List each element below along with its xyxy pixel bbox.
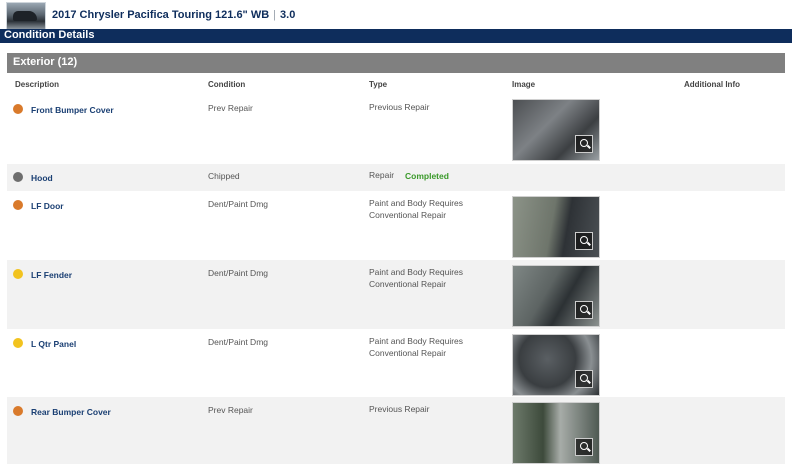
severity-dot-icon [13,406,23,416]
damage-type-line: Conventional Repair [369,279,447,289]
damage-condition: Chipped [208,171,240,181]
table-row: Hood Chipped Repair Completed [7,164,785,191]
zoom-magnifier-icon[interactable] [575,438,593,456]
title-separator: | [273,9,277,21]
column-header-image: Image [512,80,536,89]
severity-dot-icon [13,104,23,114]
damage-type: Paint and Body Requires Conventional Repa… [369,197,479,221]
severity-dot-icon [13,200,23,210]
zoom-magnifier-icon[interactable] [575,301,593,319]
damage-photo[interactable] [512,402,600,464]
damage-description-link[interactable]: LF Fender [31,270,72,280]
damage-description-link[interactable]: LF Door [31,201,64,211]
damage-condition: Dent/Paint Dmg [208,337,268,347]
vehicle-thumbnail[interactable] [6,2,46,30]
condition-details-title: Condition Details [4,29,95,41]
damage-description-link[interactable]: Rear Bumper Cover [31,407,111,417]
severity-dot-icon [13,269,23,279]
damage-description-link[interactable]: Front Bumper Cover [31,105,114,115]
damage-type: Paint and Body Requires Conventional Repa… [369,335,479,359]
zoom-magnifier-icon[interactable] [575,232,593,250]
damage-type-line: Conventional Repair [369,210,447,220]
zoom-magnifier-icon[interactable] [575,135,593,153]
exterior-section-title: Exterior (12) [13,56,78,68]
damage-type-line: Paint and Body Requires [369,336,464,346]
vehicle-grade: 3.0 [280,9,296,21]
table-row: LF Fender Dent/Paint Dmg Paint and Body Re… [7,260,785,329]
damage-condition: Dent/Paint Dmg [208,268,268,278]
damage-type: Previous Repair [369,403,479,415]
column-header-condition: Condition [208,80,246,89]
table-row: L Qtr Panel Dent/Paint Dmg Paint and Body … [7,329,785,397]
repair-status-label: Completed [405,171,449,181]
severity-dot-icon [13,338,23,348]
vehicle-title: 2017 Chrysler Pacifica Touring 121.6" WB… [52,9,295,21]
damage-type: Paint and Body Requires Conventional Repa… [369,266,479,290]
column-header-additional-info: Additional Info [684,80,740,89]
exterior-section-header[interactable]: Exterior (12) [7,53,785,73]
condition-details-bar: Condition Details [0,29,792,43]
damage-type-line: Conventional Repair [369,348,447,358]
damage-photo[interactable] [512,196,600,258]
column-header-type: Type [369,80,388,89]
damage-type-line: Previous Repair [369,102,430,112]
damage-photo[interactable] [512,99,600,161]
vehicle-header: 2017 Chrysler Pacifica Touring 121.6" WB… [0,0,800,30]
damage-photo[interactable] [512,265,600,327]
damage-condition: Prev Repair [208,405,253,415]
table-row: LF Door Dent/Paint Dmg Paint and Body Requ… [7,191,785,260]
vehicle-title-text: 2017 Chrysler Pacifica Touring 121.6" WB [52,9,270,21]
damage-type-line: Paint and Body Requires [369,198,464,208]
damage-type-line: Paint and Body Requires [369,267,464,277]
damage-description-link[interactable]: Hood [31,173,53,183]
damage-description-link[interactable]: L Qtr Panel [31,339,76,349]
severity-dot-icon [13,172,23,182]
damage-type: Previous Repair [369,101,479,113]
table-row: Front Bumper Cover Prev Repair Previous Re… [7,94,785,164]
table-row: Rear Bumper Cover Prev Repair Previous Rep… [7,397,785,464]
damage-condition: Prev Repair [208,103,253,113]
damage-condition: Dent/Paint Dmg [208,199,268,209]
column-header-description: Description [15,80,60,89]
damage-photo[interactable] [512,334,600,396]
damage-type-line: Previous Repair [369,404,430,414]
zoom-magnifier-icon[interactable] [575,370,593,388]
